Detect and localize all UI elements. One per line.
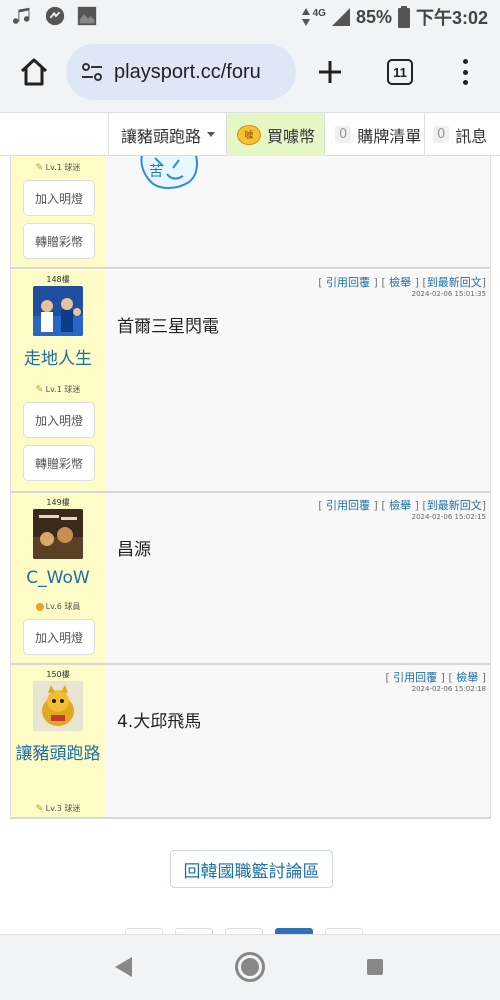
- user-level: ✎ Lv.1 球迷: [35, 163, 81, 173]
- buy-coins-link[interactable]: 噱 買噱幣: [226, 113, 324, 156]
- post-author-panel: ✎ Lv.1 球迷 加入明燈 轉贈彩幣: [11, 156, 105, 267]
- forum-post: 150樓 讓豬頭跑路 ✎ Lv.3 球迷 [ 引用回覆 ] [ 檢舉 ] 202…: [10, 665, 491, 819]
- floor-number: 148樓: [46, 275, 70, 284]
- clock: 下午3:02: [415, 8, 488, 28]
- avatar[interactable]: [33, 286, 83, 336]
- back-to-board-button[interactable]: 回韓國職籃討論區: [170, 850, 333, 888]
- messages-label: 訊息: [455, 126, 488, 146]
- post-content: 4.大邱飛馬: [117, 712, 202, 732]
- report-link[interactable]: 檢舉: [456, 671, 478, 684]
- post-author-panel: 148樓 走地人生 ✎ Lv.1 球迷 加入明燈 轉贈彩幣: [11, 270, 105, 491]
- recent-apps-icon[interactable]: [367, 959, 383, 975]
- username-link[interactable]: C_WoW: [11, 565, 105, 591]
- home-circle-icon[interactable]: [235, 952, 265, 982]
- post-actions: [ 引用回覆 ] [ 檢舉 ] [到最新回文]: [318, 276, 486, 289]
- messages-link[interactable]: 0 訊息: [424, 113, 500, 156]
- status-bar: 4G 85% 下午3:02: [0, 0, 500, 34]
- username-link[interactable]: 讓豬頭跑路: [11, 741, 105, 767]
- purchase-list-label: 購牌清單: [357, 126, 422, 146]
- url-text: playsport.cc/foru: [114, 60, 261, 83]
- report-link[interactable]: 檢舉: [389, 276, 411, 289]
- avatar[interactable]: [33, 509, 83, 559]
- post-timestamp: 2024-02-06 15:02:18: [411, 685, 486, 693]
- user-menu[interactable]: 讓豬頭跑路: [108, 113, 226, 156]
- post-timestamp: 2024-02-06 15:02:15: [411, 513, 486, 521]
- caret-down-icon: [207, 132, 216, 137]
- home-button[interactable]: [18, 56, 50, 88]
- quote-reply-link[interactable]: 引用回覆: [326, 499, 370, 512]
- svg-text:苦: 苦: [149, 164, 163, 180]
- pencil-icon: ✎: [35, 385, 44, 395]
- plus-icon: [319, 61, 341, 83]
- floor-number: 149樓: [46, 498, 70, 507]
- pencil-icon: ✎: [35, 804, 44, 814]
- image-notification-icon: [77, 6, 97, 26]
- forum-post: ✎ Lv.1 球迷 加入明燈 轉贈彩幣 苦: [10, 156, 491, 269]
- level-badge-icon: [35, 602, 44, 611]
- user-level: ✎ Lv.3 球迷: [35, 804, 81, 814]
- tab-switcher-button[interactable]: 11: [387, 59, 413, 85]
- coin-icon: 噱: [237, 124, 261, 145]
- sticker-image: 苦: [140, 156, 198, 189]
- gift-coins-button[interactable]: 轉贈彩幣: [23, 445, 95, 481]
- forum-post: 149樓 C_WoW Lv.6 球員 加入明燈 [ 引用回覆 ] [ 檢舉 ] …: [10, 493, 491, 665]
- floor-number: 150樓: [46, 670, 70, 679]
- network-type: 4G: [312, 7, 326, 19]
- system-indicators: 4G 85% 下午3:02: [301, 4, 488, 30]
- post-author-panel: 149樓 C_WoW Lv.6 球員 加入明燈: [11, 493, 105, 663]
- cart-count-badge: 0: [335, 126, 352, 143]
- forum-thread: ✎ Lv.1 球迷 加入明燈 轉贈彩幣 苦 148樓 走地人生 ✎ Lv.1 球…: [0, 156, 500, 934]
- new-tab-button[interactable]: [314, 56, 346, 88]
- forum-post: 148樓 走地人生 ✎ Lv.1 球迷 加入明燈 轉贈彩幣 [ 引用回覆 ] […: [10, 270, 491, 493]
- gift-coins-button[interactable]: 轉贈彩幣: [23, 223, 95, 259]
- site-top-nav: 讓豬頭跑路 噱 買噱幣 0 購牌清單 0 訊息: [0, 112, 500, 156]
- data-arrows-icon: [301, 8, 310, 26]
- app-notification-icon: [45, 6, 65, 26]
- browser-toolbar: playsport.cc/foru 11: [0, 34, 500, 112]
- address-bar[interactable]: playsport.cc/foru: [66, 44, 296, 100]
- follow-button[interactable]: 加入明燈: [23, 180, 95, 216]
- music-note-icon: [12, 7, 30, 24]
- username-link[interactable]: 走地人生: [11, 346, 105, 372]
- message-count-badge: 0: [433, 126, 450, 143]
- purchase-list-link[interactable]: 0 購牌清單: [324, 113, 424, 156]
- post-actions: [ 引用回覆 ] [ 檢舉 ]: [385, 671, 486, 684]
- follow-button[interactable]: 加入明燈: [23, 402, 95, 438]
- pencil-icon: ✎: [35, 163, 44, 173]
- post-content: 首爾三星閃電: [117, 317, 219, 337]
- notification-icons: [12, 5, 98, 27]
- latest-reply-link[interactable]: 到最新回文: [427, 499, 482, 512]
- follow-button[interactable]: 加入明燈: [23, 619, 95, 655]
- post-author-panel: 150樓 讓豬頭跑路 ✎ Lv.3 球迷: [11, 665, 105, 817]
- post-timestamp: 2024-02-06 15:01:35: [411, 290, 486, 298]
- report-link[interactable]: 檢舉: [389, 499, 411, 512]
- back-icon[interactable]: [115, 957, 132, 977]
- signal-icon: [331, 8, 350, 26]
- system-nav-bar: [0, 934, 500, 1000]
- quote-reply-link[interactable]: 引用回覆: [393, 671, 437, 684]
- user-level: ✎ Lv.1 球迷: [35, 385, 81, 395]
- quote-reply-link[interactable]: 引用回覆: [326, 276, 370, 289]
- user-level: Lv.6 球員: [11, 601, 105, 612]
- post-actions: [ 引用回覆 ] [ 檢舉 ] [到最新回文]: [318, 499, 486, 512]
- battery-percent: 85%: [355, 6, 392, 27]
- post-content: 昌源: [117, 540, 151, 560]
- avatar[interactable]: [33, 681, 83, 731]
- latest-reply-link[interactable]: 到最新回文: [427, 276, 482, 289]
- site-settings-icon[interactable]: [80, 60, 104, 84]
- more-menu-icon[interactable]: [455, 56, 475, 88]
- battery-icon: [397, 6, 410, 28]
- buy-coins-label: 買噱幣: [267, 126, 316, 146]
- home-icon: [20, 58, 48, 86]
- user-menu-label: 讓豬頭跑路: [121, 126, 202, 146]
